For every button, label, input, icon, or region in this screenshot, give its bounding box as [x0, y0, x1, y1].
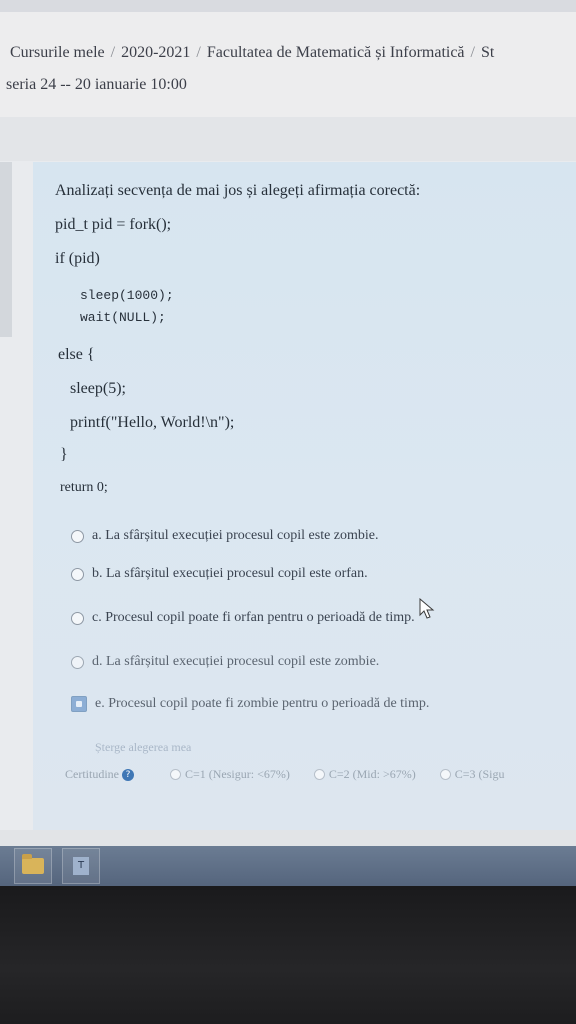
taskbar-file-explorer[interactable] — [14, 848, 52, 884]
certainty-option-2[interactable]: C=2 (Mid: >67%) — [313, 767, 416, 782]
radio-button[interactable] — [439, 769, 451, 780]
code-line: else { — [58, 346, 95, 363]
taskbar: T — [0, 846, 576, 886]
breadcrumb-year[interactable]: 2020-2021 — [121, 44, 190, 61]
certainty-option-1[interactable]: C=1 (Nesigur: <67%) — [170, 767, 290, 782]
taskbar-app[interactable]: T — [62, 848, 100, 884]
quiz-title: seria 24 -- 20 ianuarie 10:00 — [6, 76, 187, 93]
answer-option-d[interactable]: d. La sfârșitul execuției procesul copil… — [71, 650, 379, 674]
app-icon: T — [73, 857, 89, 875]
radio-button[interactable] — [71, 655, 84, 669]
answer-option-e[interactable]: e. Procesul copil poate fi zombie pentru… — [71, 692, 429, 716]
monitor-bezel — [0, 886, 576, 1024]
question-prompt: Analizați secvența de mai jos și alegeți… — [55, 182, 421, 199]
certainty-option-label: C=2 (Mid: >67%) — [328, 767, 416, 781]
radio-button[interactable] — [313, 769, 325, 780]
clear-choice-link[interactable]: Șterge alegerea mea — [95, 740, 191, 755]
certainty-option-3[interactable]: C=3 (Sigu — [439, 767, 505, 782]
question-panel: Analizați secvența de mai jos și alegeți… — [33, 162, 576, 830]
help-icon[interactable]: ? — [122, 768, 134, 781]
code-line: return 0; — [60, 480, 108, 495]
answer-label: e. Procesul copil poate fi zombie pentru… — [95, 696, 430, 711]
answer-option-b[interactable]: b. La sfârșitul execuției procesul copil… — [71, 562, 368, 586]
certainty-label: Certitudine — [65, 767, 119, 781]
certainty-row: Certitudine ? C=1 (Nesigur: <67%) C=2 (M… — [65, 767, 576, 782]
code-line: pid_t pid = fork(); — [55, 216, 172, 233]
certainty-option-label: C=1 (Nesigur: <67%) — [185, 767, 290, 781]
answer-label: c. Procesul copil poate fi orfan pentru … — [92, 610, 415, 625]
radio-button[interactable] — [71, 529, 84, 543]
code-line: sleep(1000); — [80, 288, 174, 303]
code-line: wait(NULL); — [80, 310, 166, 325]
code-line: } — [60, 446, 68, 463]
breadcrumb-course[interactable]: St — [481, 44, 494, 61]
breadcrumb-faculty[interactable]: Facultatea de Matematică și Informatică — [207, 44, 465, 61]
radio-button-selected[interactable] — [71, 696, 87, 712]
radio-button[interactable] — [170, 769, 181, 780]
certainty-option-label: C=3 (Sigu — [454, 767, 505, 781]
answer-option-a[interactable]: a. La sfârșitul execuției procesul copil… — [71, 524, 379, 548]
answer-label: a. La sfârșitul execuției procesul copil… — [92, 528, 379, 543]
breadcrumb-separator: / — [196, 44, 201, 61]
header-divider-band — [0, 117, 576, 161]
code-line: if (pid) — [55, 250, 100, 267]
radio-button[interactable] — [71, 567, 84, 581]
breadcrumb-separator: / — [110, 44, 116, 61]
answer-label: b. La sfârșitul execuției procesul copil… — [92, 566, 368, 581]
radio-button[interactable] — [71, 611, 84, 625]
page-header: Cursurile mele / 2020-2021 / Facultatea de M… — [0, 12, 576, 117]
code-line: sleep(5); — [70, 380, 126, 397]
breadcrumb-separator: / — [470, 44, 475, 61]
answer-option-c[interactable]: c. Procesul copil poate fi orfan pentru … — [71, 606, 415, 630]
folder-icon — [22, 854, 44, 874]
breadcrumb-my-courses[interactable]: Cursurile mele — [10, 44, 105, 61]
code-line: printf("Hello, World!\n"); — [70, 414, 235, 431]
breadcrumb: Cursurile mele / 2020-2021 / Facultatea de M… — [10, 44, 494, 62]
mouse-cursor-icon — [419, 598, 435, 619]
question-info-strip — [0, 162, 12, 337]
answer-label: d. La sfârșitul execuției procesul copil… — [92, 654, 380, 669]
